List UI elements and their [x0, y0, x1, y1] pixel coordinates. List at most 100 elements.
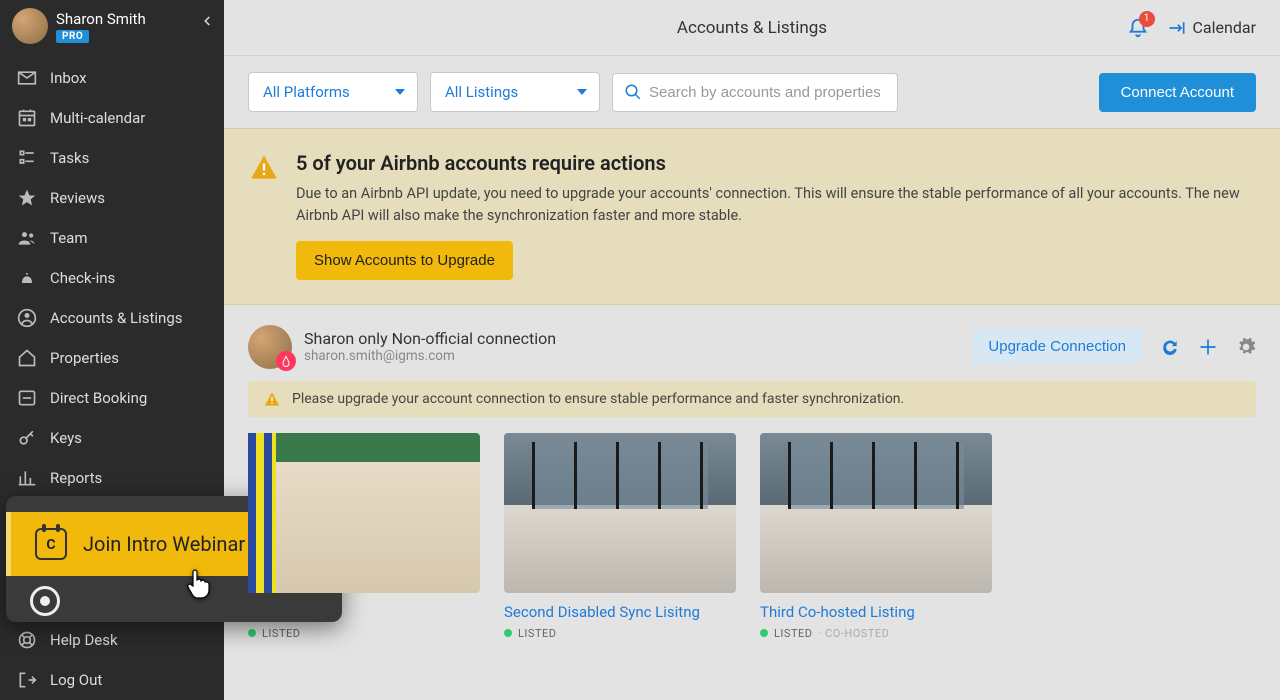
sidebar-item-label: Inbox	[50, 69, 87, 87]
status-dot-icon	[760, 629, 768, 637]
sidebar-item-tasks[interactable]: Tasks	[0, 138, 224, 178]
airbnb-badge-icon	[276, 351, 296, 371]
sidebar-item-checkins[interactable]: Check-ins	[0, 258, 224, 298]
warning-triangle-icon	[264, 391, 280, 407]
sidebar-item-label: Properties	[50, 349, 119, 367]
sidebar-collapse-button[interactable]	[200, 14, 214, 28]
sidebar-item-keys[interactable]: Keys	[0, 418, 224, 458]
listing-status: LISTED	[248, 627, 480, 640]
upgrade-warning-banner: 5 of your Airbnb accounts require action…	[224, 128, 1280, 305]
listing-thumbnail	[504, 433, 736, 593]
warning-triangle-icon	[250, 153, 278, 181]
connect-account-button[interactable]: Connect Account	[1099, 73, 1256, 112]
record-icon	[30, 586, 60, 616]
notification-badge: 1	[1139, 11, 1155, 27]
people-icon	[16, 227, 38, 249]
sub-warning-text: Please upgrade your account connection t…	[292, 391, 904, 407]
sidebar-item-multi-calendar[interactable]: Multi-calendar	[0, 98, 224, 138]
refresh-icon	[1160, 337, 1180, 357]
show-accounts-upgrade-button[interactable]: Show Accounts to Upgrade	[296, 241, 513, 280]
lifebuoy-icon	[16, 629, 38, 651]
sidebar-item-label: Tasks	[50, 149, 89, 167]
sidebar: Sharon Smith PRO Inbox Multi-calendar Ta…	[0, 0, 224, 700]
sidebar-item-label: Check-ins	[50, 269, 115, 287]
envelope-icon	[16, 67, 38, 89]
key-icon	[16, 427, 38, 449]
sidebar-item-label: Direct Booking	[50, 389, 147, 407]
pro-badge: PRO	[56, 30, 89, 43]
calendar-arrow-icon	[1167, 18, 1187, 38]
chevron-left-icon	[200, 14, 214, 28]
listing-status: LISTED	[504, 627, 736, 640]
status-dot-icon	[248, 629, 256, 637]
sidebar-item-label: Multi-calendar	[50, 109, 145, 127]
status-dot-icon	[504, 629, 512, 637]
sidebar-user[interactable]: Sharon Smith PRO	[0, 0, 224, 52]
user-circle-icon	[16, 307, 38, 329]
sidebar-item-team[interactable]: Team	[0, 218, 224, 258]
sidebar-item-label: Reviews	[50, 189, 105, 207]
warning-title: 5 of your Airbnb accounts require action…	[296, 151, 1254, 175]
settings-button[interactable]	[1236, 337, 1256, 357]
account-sub-warning: Please upgrade your account connection t…	[248, 381, 1256, 417]
listing-title[interactable]: Third Co-hosted Listing	[760, 603, 992, 621]
sidebar-item-label: Keys	[50, 429, 82, 447]
sidebar-item-properties[interactable]: Properties	[0, 338, 224, 378]
listings-select[interactable]: All Listings	[430, 72, 600, 112]
sidebar-nav: Inbox Multi-calendar Tasks Reviews Team …	[0, 58, 224, 498]
avatar	[12, 8, 48, 44]
sidebar-item-label: Help Desk	[50, 631, 118, 649]
filters-row: All Platforms All Listings Connect Accou…	[224, 56, 1280, 128]
plus-icon	[1198, 337, 1218, 357]
listing-card[interactable]: Third Co-hosted Listing LISTED CO-HOSTED	[760, 433, 992, 640]
notifications-button[interactable]: 1	[1127, 17, 1149, 39]
calendar-link[interactable]: Calendar	[1167, 18, 1256, 38]
webinar-label: Join Intro Webinar	[83, 532, 245, 556]
search-icon	[624, 83, 642, 101]
select-value: All Listings	[445, 83, 518, 101]
platforms-select[interactable]: All Platforms	[248, 72, 418, 112]
logout-icon	[16, 669, 38, 691]
page-title: Accounts & Listings	[677, 18, 827, 38]
home-icon	[16, 347, 38, 369]
sidebar-item-label: Team	[50, 229, 88, 247]
star-icon	[16, 187, 38, 209]
listings-grid: First Listing LISTED Second Disabled Syn…	[248, 433, 1256, 640]
user-name: Sharon Smith	[56, 10, 146, 28]
calendar-label: Calendar	[1193, 18, 1256, 37]
account-header: Sharon only Non-official connection shar…	[248, 325, 1256, 369]
search-input[interactable]	[612, 73, 898, 112]
sidebar-item-inbox[interactable]: Inbox	[0, 58, 224, 98]
listing-card[interactable]: Second Disabled Sync Lisitng LISTED	[504, 433, 736, 640]
listing-thumbnail	[760, 433, 992, 593]
sidebar-item-direct-booking[interactable]: Direct Booking	[0, 378, 224, 418]
listing-thumbnail	[248, 433, 480, 593]
sidebar-item-help-desk[interactable]: Help Desk	[0, 620, 224, 660]
sidebar-item-label: Log Out	[50, 671, 102, 689]
account-name: Sharon only Non-official connection	[304, 329, 960, 348]
sidebar-item-label: Accounts & Listings	[50, 309, 183, 327]
account-section: Sharon only Non-official connection shar…	[224, 305, 1280, 640]
booking-icon	[16, 387, 38, 409]
sidebar-item-accounts-listings[interactable]: Accounts & Listings	[0, 298, 224, 338]
calendar-grid-icon	[16, 107, 38, 129]
sidebar-item-label: Reports	[50, 469, 102, 487]
main-content: Accounts & Listings 1 Calendar All Platf…	[224, 0, 1280, 700]
select-value: All Platforms	[263, 83, 350, 101]
topbar: Accounts & Listings 1 Calendar	[224, 0, 1280, 56]
listing-status: LISTED CO-HOSTED	[760, 627, 992, 640]
sidebar-item-reviews[interactable]: Reviews	[0, 178, 224, 218]
warning-body: Due to an Airbnb API update, you need to…	[296, 183, 1254, 227]
listing-title[interactable]: Second Disabled Sync Lisitng	[504, 603, 736, 621]
account-email: sharon.smith@igms.com	[304, 348, 960, 364]
sidebar-item-reports[interactable]: Reports	[0, 458, 224, 498]
bell-service-icon	[16, 267, 38, 289]
add-button[interactable]	[1198, 337, 1218, 357]
calendar-c-icon: C	[35, 528, 67, 560]
upgrade-connection-button[interactable]: Upgrade Connection	[972, 329, 1142, 364]
gear-icon	[1236, 337, 1256, 357]
sidebar-item-logout[interactable]: Log Out	[0, 660, 224, 700]
refresh-button[interactable]	[1160, 337, 1180, 357]
checklist-icon	[16, 147, 38, 169]
bar-chart-icon	[16, 467, 38, 489]
